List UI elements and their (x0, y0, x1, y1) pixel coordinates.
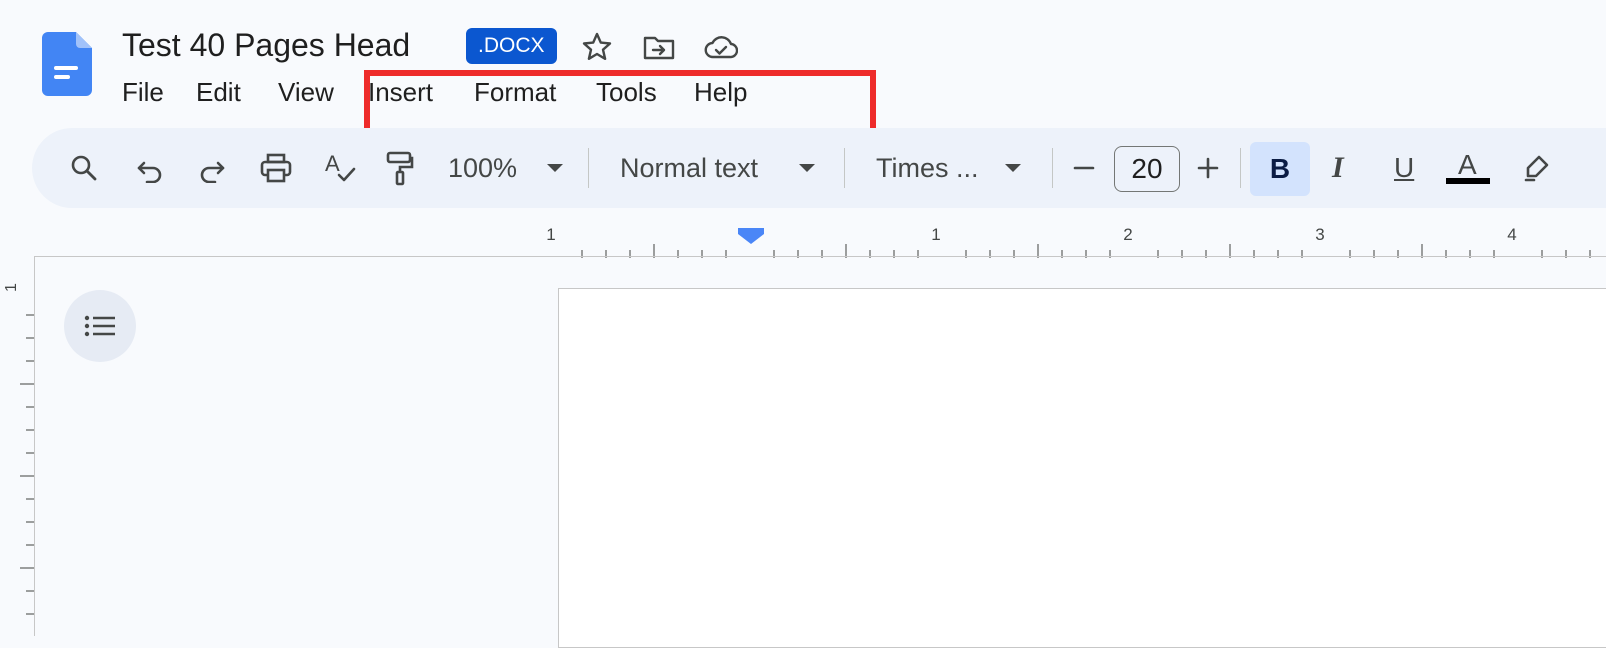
underline-button[interactable]: U (1394, 128, 1414, 208)
ruler-label: 1 (931, 225, 940, 244)
svg-text:A: A (325, 151, 340, 176)
menu-insert[interactable]: Insert (368, 74, 433, 110)
move-to-folder-icon[interactable] (642, 30, 676, 64)
list-icon (84, 315, 115, 337)
file-type-badge: .DOCX (466, 28, 557, 64)
menu-format[interactable]: Format (474, 74, 556, 110)
document-page[interactable] (558, 288, 1606, 648)
menu-edit[interactable]: Edit (196, 74, 241, 110)
cloud-saved-icon[interactable] (704, 30, 738, 64)
ruler-label: 2 (1123, 225, 1132, 244)
highlighter-icon[interactable] (1518, 128, 1554, 208)
spellcheck-icon[interactable]: A (320, 128, 360, 208)
toolbar: A 100% Normal text Times ... 20 B I U A (32, 128, 1606, 208)
toolbar-separator (1240, 148, 1241, 188)
redo-icon[interactable] (194, 128, 230, 208)
document-title[interactable]: Test 40 Pages Head (122, 24, 410, 66)
indent-marker-icon (738, 228, 764, 244)
dropdown-arrow-icon[interactable] (792, 128, 822, 208)
docs-logo-icon[interactable] (42, 32, 92, 96)
menu-view[interactable]: View (278, 74, 334, 110)
ruler-label: 3 (1315, 225, 1324, 244)
print-icon[interactable] (256, 128, 296, 208)
menu-tools[interactable]: Tools (596, 74, 657, 110)
search-icon[interactable] (66, 128, 102, 208)
document-outline-button[interactable] (64, 290, 136, 362)
vertical-ruler: 1 (3, 283, 34, 615)
menu-file[interactable]: File (122, 74, 164, 110)
font-family-select[interactable]: Times ... (876, 128, 979, 208)
minus-icon[interactable] (1066, 128, 1102, 208)
plus-icon[interactable] (1190, 128, 1226, 208)
ruler-label: 1 (546, 225, 555, 244)
ruler-label: 1 (3, 283, 20, 292)
toolbar-separator (588, 148, 589, 188)
bold-button[interactable]: B (1250, 142, 1310, 196)
zoom-select[interactable]: 100% (448, 128, 517, 208)
menu-help[interactable]: Help (694, 74, 747, 110)
ruler-label: 4 (1507, 225, 1516, 244)
paint-format-icon[interactable] (382, 128, 418, 208)
text-color-button[interactable]: A (1458, 128, 1477, 208)
dropdown-arrow-icon[interactable] (998, 128, 1028, 208)
font-size-input[interactable]: 20 (1114, 146, 1180, 192)
toolbar-separator (844, 148, 845, 188)
undo-icon[interactable] (132, 128, 168, 208)
text-color-swatch (1446, 178, 1490, 184)
star-icon[interactable] (580, 30, 614, 64)
italic-button[interactable]: I (1332, 128, 1344, 208)
horizontal-ruler: 1 1 2 3 4 (546, 225, 1591, 258)
paragraph-style-select[interactable]: Normal text (620, 128, 758, 208)
dropdown-arrow-icon[interactable] (540, 128, 570, 208)
toolbar-separator (1052, 148, 1053, 188)
